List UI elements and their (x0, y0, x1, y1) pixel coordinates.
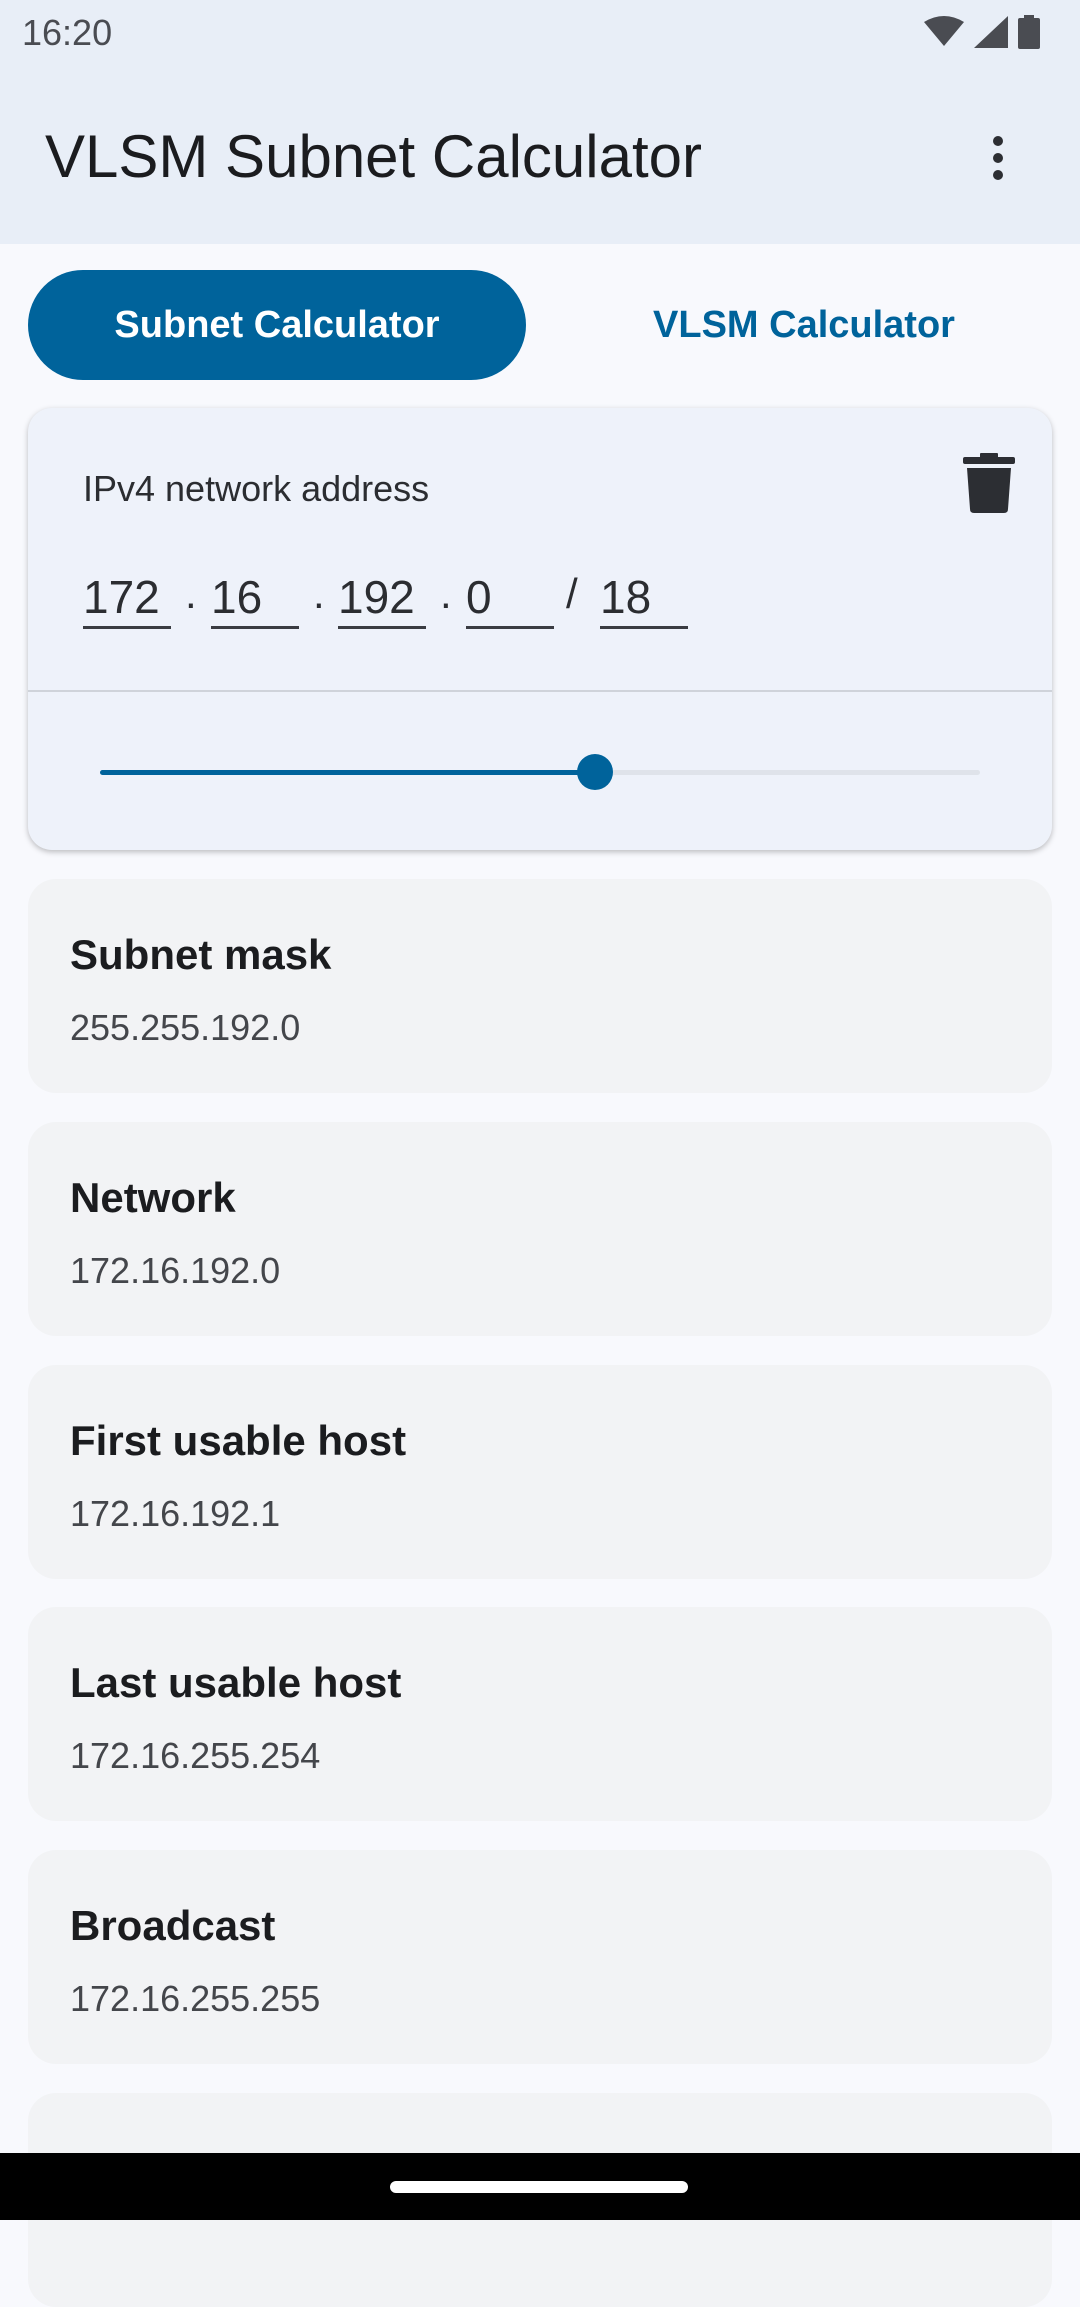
first-usable-host-title: First usable host (70, 1417, 407, 1464)
network-card: Network 172.16.192.0 (28, 1122, 1052, 1336)
status-bar: 16:20 (0, 0, 1080, 66)
last-usable-host-card: Last usable host 172.16.255.254 (28, 1607, 1052, 1821)
trash-icon[interactable] (963, 453, 1015, 513)
battery-icon (1018, 15, 1040, 49)
home-gesture-handle[interactable] (390, 2181, 688, 2193)
network-input-card: IPv4 network address 172 . 16 . 192 . 0 … (28, 408, 1052, 850)
signal-icon (974, 16, 1008, 48)
dot-separator-3: . (440, 570, 452, 617)
octet-4-field[interactable]: 0 (466, 568, 554, 629)
last-usable-host-title: Last usable host (70, 1659, 402, 1706)
navigation-bar (0, 2153, 1080, 2220)
status-time: 16:20 (22, 12, 113, 53)
subnet-mask-value: 255.255.192.0 (70, 1007, 301, 1048)
octet-1-field[interactable]: 172 (83, 568, 171, 629)
subnet-mask-title: Subnet mask (70, 931, 332, 978)
app-title: VLSM Subnet Calculator (45, 123, 703, 190)
status-icons (924, 14, 1040, 50)
card-divider (28, 690, 1052, 692)
dot-separator-1: . (185, 570, 197, 617)
wifi-icon (924, 16, 964, 46)
slider-track-active[interactable] (100, 770, 595, 775)
slash-separator: / (566, 570, 578, 617)
network-value: 172.16.192.0 (70, 1250, 281, 1291)
broadcast-card: Broadcast 172.16.255.255 (28, 1850, 1052, 2064)
broadcast-title: Broadcast (70, 1902, 276, 1949)
tab-vlsm-calculator[interactable]: VLSM Calculator (555, 270, 1053, 380)
octet-2-field[interactable]: 16 (211, 568, 299, 629)
prefix-slider-thumb[interactable] (577, 754, 613, 790)
dot-separator-2: . (313, 570, 325, 617)
more-vert-icon[interactable] (966, 126, 1030, 190)
last-usable-host-value: 172.16.255.254 (70, 1735, 321, 1776)
broadcast-value: 172.16.255.255 (70, 1978, 321, 2019)
subnet-mask-card: Subnet mask 255.255.192.0 (28, 879, 1052, 1093)
tab-subnet-calculator[interactable]: Subnet Calculator (28, 270, 526, 380)
app-bar: VLSM Subnet Calculator (0, 66, 1080, 244)
network-title: Network (70, 1174, 236, 1221)
prefix-length-field[interactable]: 18 (600, 568, 688, 629)
network-address-label: IPv4 network address (83, 468, 430, 509)
first-usable-host-value: 172.16.192.1 (70, 1493, 281, 1534)
first-usable-host-card: First usable host 172.16.192.1 (28, 1365, 1052, 1579)
octet-3-field[interactable]: 192 (338, 568, 426, 629)
